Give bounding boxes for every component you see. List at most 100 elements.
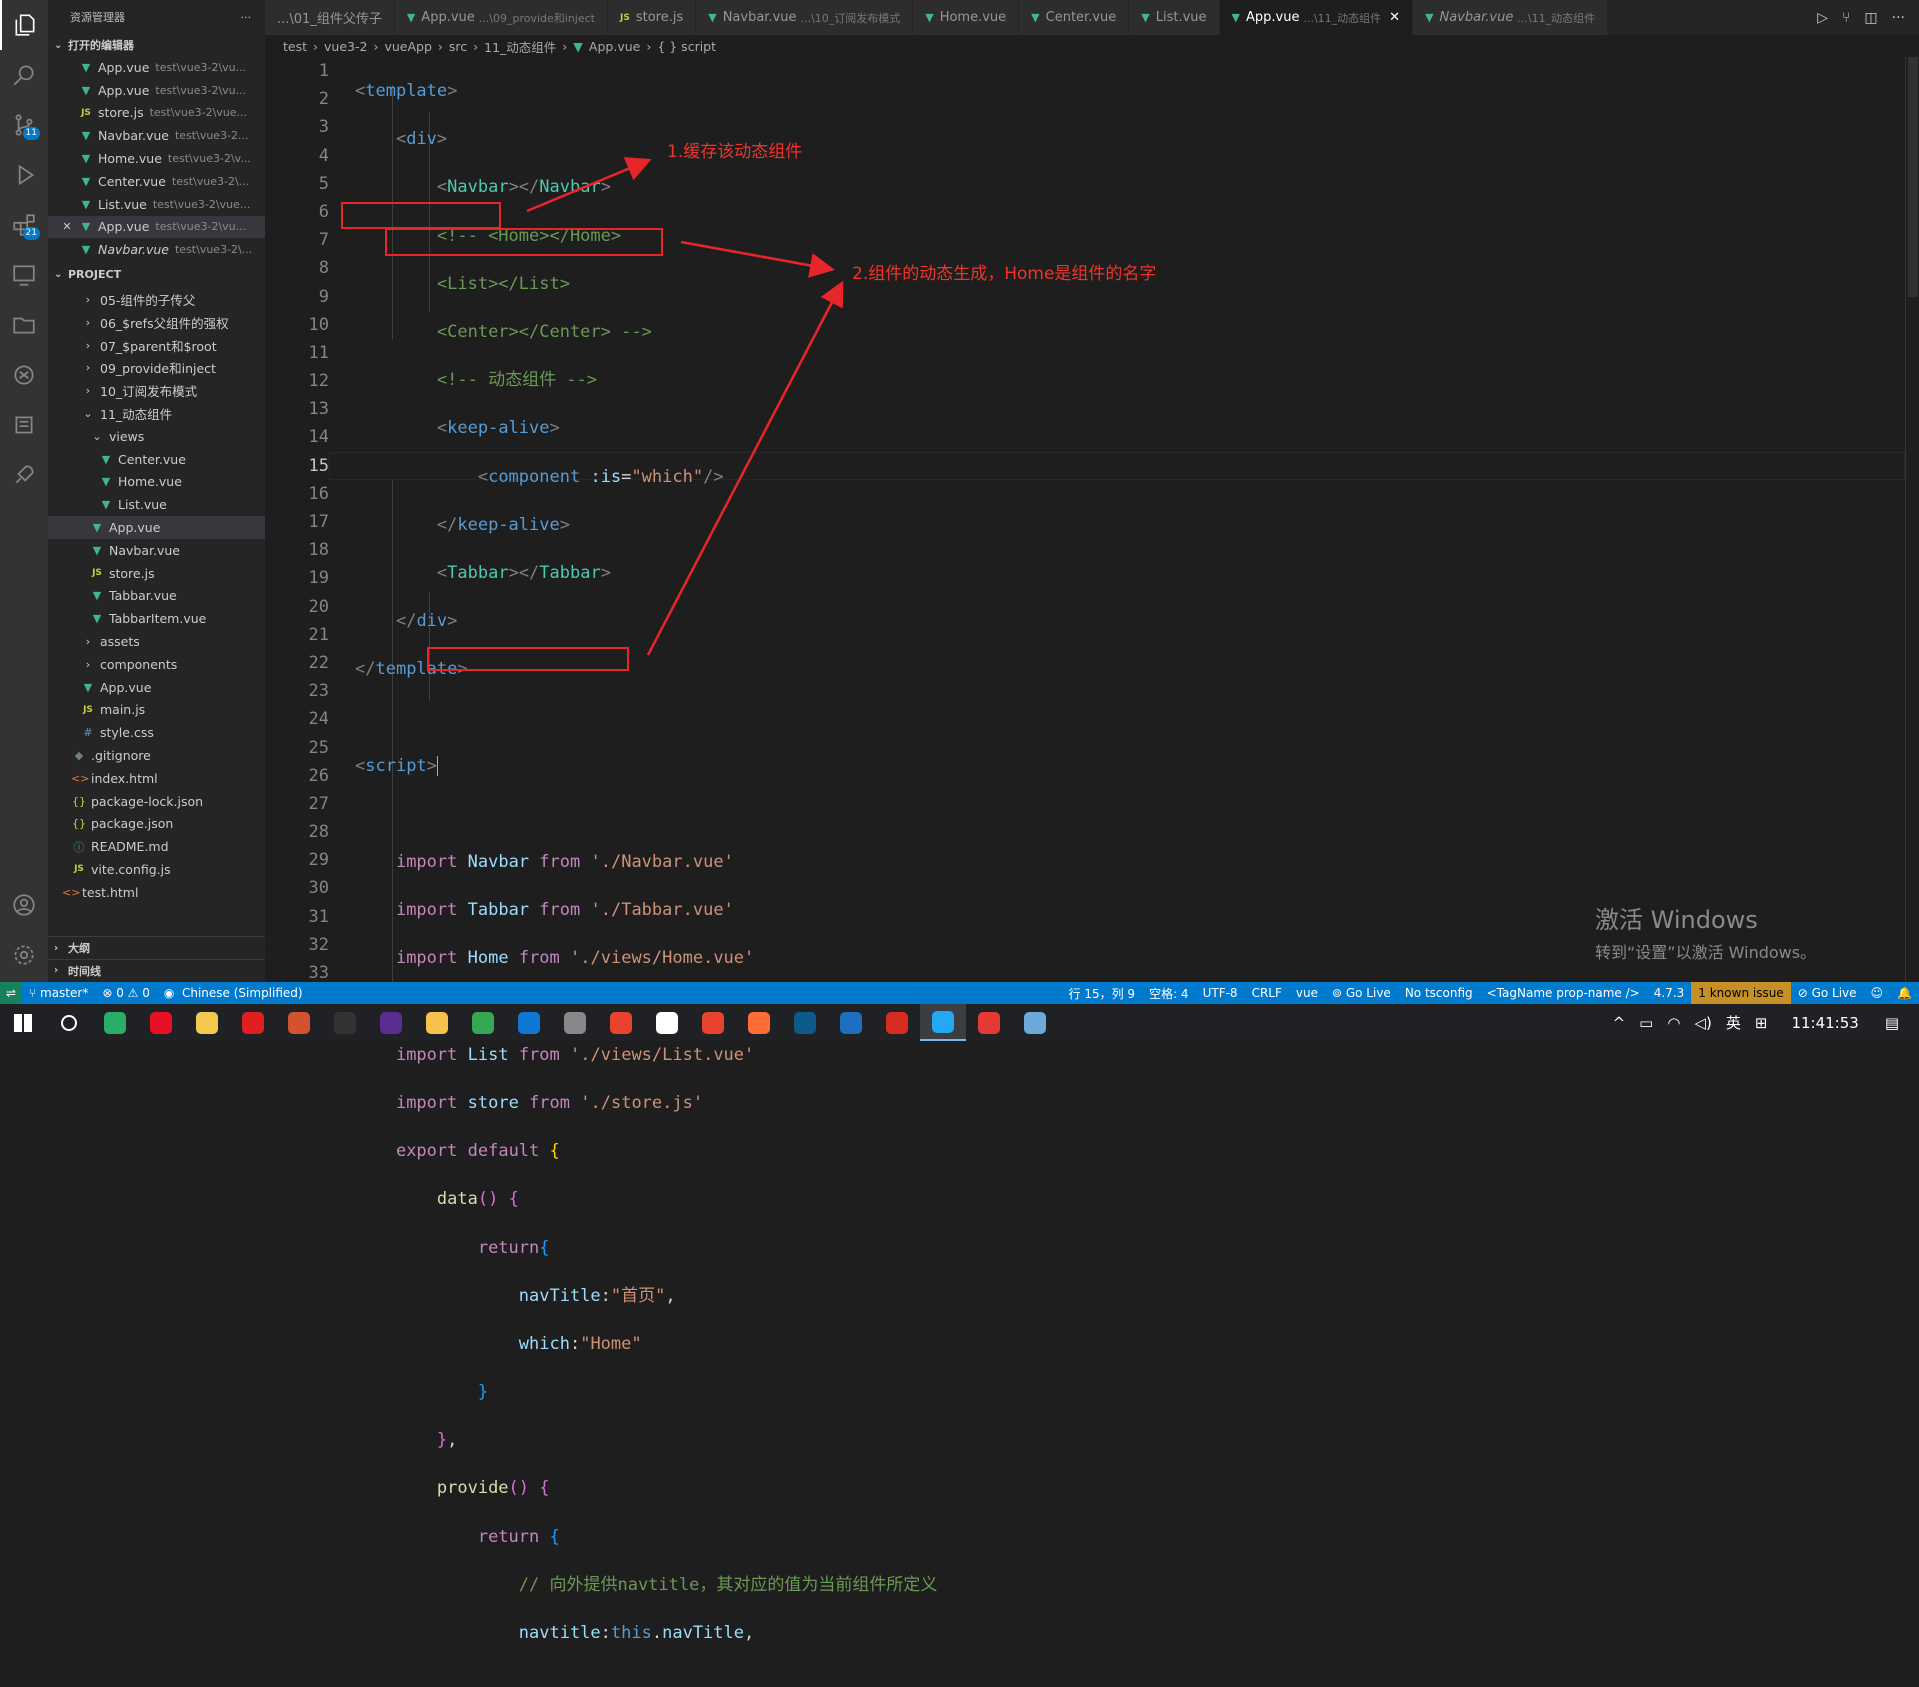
typora-icon[interactable] <box>644 1004 690 1041</box>
chrome-icon[interactable] <box>460 1004 506 1041</box>
go-live-button-2[interactable]: ⊘ Go Live <box>1791 982 1864 1004</box>
open-editor-item[interactable]: ▼ Home.vue test\vue3-2\v... <box>48 147 265 170</box>
file-item[interactable]: ▼ Home.vue <box>48 471 265 494</box>
close-icon[interactable]: ✕ <box>60 220 74 233</box>
open-editor-item[interactable]: ▼ App.vue test\vue3-2\vu... <box>48 56 265 79</box>
powerpoint-icon[interactable] <box>276 1004 322 1041</box>
wps-icon[interactable] <box>598 1004 644 1041</box>
battery-icon[interactable]: ▭ <box>1639 1014 1653 1032</box>
settings-gear-icon[interactable] <box>0 930 48 980</box>
scrollbar-thumb[interactable] <box>1908 57 1918 297</box>
editor-tab[interactable]: JS store.js <box>607 0 697 35</box>
remote-explorer-icon[interactable] <box>0 250 48 300</box>
wifi-icon[interactable]: ◠ <box>1667 1014 1680 1032</box>
search-icon[interactable] <box>46 1004 92 1041</box>
lang-pack-item[interactable]: ◉ Chinese (Simplified) <box>157 982 310 1004</box>
compare-icon[interactable]: ⑂ <box>1842 10 1850 26</box>
file-item[interactable]: <> index.html <box>48 767 265 790</box>
account-icon[interactable] <box>0 880 48 930</box>
ime-indicator[interactable]: 英 <box>1726 1012 1741 1033</box>
wechat-icon[interactable] <box>92 1004 138 1041</box>
file-item[interactable]: JS store.js <box>48 562 265 585</box>
other-icon[interactable] <box>1012 1004 1058 1041</box>
open-editor-item[interactable]: ▼ Navbar.vue test\vue3-2\... <box>48 238 265 261</box>
feedback-icon[interactable]: ☺ <box>1864 982 1891 1004</box>
file-item[interactable]: ▼ Center.vue <box>48 448 265 471</box>
encoding[interactable]: UTF-8 <box>1196 982 1245 1004</box>
opera-icon[interactable] <box>138 1004 184 1041</box>
file-item[interactable]: ▼ App.vue <box>48 676 265 699</box>
editor-tab[interactable]: ▼ App.vue ...\11_动态组件 ✕ <box>1219 0 1414 35</box>
editor-tab[interactable]: ▼ Center.vue <box>1019 0 1130 35</box>
explorer-icon[interactable] <box>184 1004 230 1041</box>
clock[interactable]: 11:41:53 <box>1791 1014 1858 1032</box>
record-icon[interactable] <box>690 1004 736 1041</box>
run-debug-icon[interactable] <box>0 150 48 200</box>
chevron-up-icon[interactable]: ^ <box>1613 1014 1626 1032</box>
folder-item[interactable]: › 06_$refs父组件的强权 <box>48 311 265 334</box>
folder-item[interactable]: › 10_订阅发布模式 <box>48 379 265 402</box>
open-editor-item[interactable]: ▼ Center.vue test\vue3-2\... <box>48 170 265 193</box>
breadcrumb-item[interactable]: vueApp <box>384 39 431 54</box>
teamviewer-icon[interactable] <box>782 1004 828 1041</box>
cursor-position[interactable]: 行 15，列 9 <box>1062 982 1143 1004</box>
search-icon[interactable] <box>0 50 48 100</box>
paw-icon[interactable] <box>414 1004 460 1041</box>
chatgpt-icon[interactable] <box>0 350 48 400</box>
timeline-section[interactable]: › 时间线 <box>48 959 265 981</box>
problems-item[interactable]: ⊗ 0 ⚠ 0 <box>95 982 157 1004</box>
folder-item[interactable]: › 09_provide和inject <box>48 357 265 380</box>
file-item[interactable]: ▼ TabbarItem.vue <box>48 607 265 630</box>
open-editor-item[interactable]: ▼ App.vue test\vue3-2\vu... <box>48 79 265 102</box>
breadcrumb-item[interactable]: src <box>449 39 467 54</box>
version-item[interactable]: 4.7.3 <box>1647 982 1692 1004</box>
breadcrumb-item[interactable]: vue3-2 <box>324 39 367 54</box>
indentation[interactable]: 空格: 4 <box>1142 982 1196 1004</box>
file-item[interactable]: JS main.js <box>48 699 265 722</box>
tsconfig[interactable]: No tsconfig <box>1398 982 1480 1004</box>
split-editor-icon[interactable]: ◫ <box>1864 10 1877 26</box>
eol[interactable]: CRLF <box>1245 982 1289 1004</box>
folder-item[interactable]: ⌄ 11_动态组件 <box>48 402 265 425</box>
file-item[interactable]: ▼ App.vue <box>48 516 265 539</box>
folder-item[interactable]: › assets <box>48 630 265 653</box>
notifications-bell-icon[interactable]: 🔔 <box>1890 982 1919 1004</box>
file-item[interactable]: {} package.json <box>48 813 265 836</box>
file-item[interactable]: ▼ Tabbar.vue <box>48 585 265 608</box>
close-icon[interactable]: ✕ <box>1389 10 1400 25</box>
more-actions-icon[interactable]: ··· <box>241 11 252 24</box>
open-editor-item[interactable]: JS store.js test\vue3-2\vue... <box>48 102 265 125</box>
jetbrains-icon[interactable] <box>966 1004 1012 1041</box>
go-live-button[interactable]: ⊚ Go Live <box>1325 982 1398 1004</box>
file-item[interactable]: {} package-lock.json <box>48 790 265 813</box>
windows-start-icon[interactable] <box>0 1004 46 1041</box>
breadcrumb-item[interactable]: App.vue <box>589 39 640 54</box>
folder-item[interactable]: › 07_$parent和$root <box>48 334 265 357</box>
vs-icon[interactable] <box>368 1004 414 1041</box>
volume-icon[interactable]: ◁) <box>1694 1014 1711 1032</box>
breadcrumb-item[interactable]: test <box>283 39 307 54</box>
explorer-icon[interactable] <box>0 0 48 50</box>
youdao-icon[interactable] <box>230 1004 276 1041</box>
run-icon[interactable]: ▷ <box>1817 10 1828 26</box>
open-editor-item[interactable]: ▼ List.vue test\vue3-2\vue... <box>48 193 265 216</box>
todo-icon[interactable] <box>0 400 48 450</box>
folder-item[interactable]: › 05-组件的子传父 <box>48 288 265 311</box>
editor-tab[interactable]: ▼ List.vue <box>1129 0 1220 35</box>
vertical-scrollbar[interactable] <box>1905 57 1919 982</box>
source-control-icon[interactable]: 11 <box>0 100 48 150</box>
file-item[interactable]: JS vite.config.js <box>48 858 265 881</box>
project-section[interactable]: ⌄ PROJECT <box>48 263 265 285</box>
postman-icon[interactable] <box>736 1004 782 1041</box>
action-center-icon[interactable]: ▤ <box>1885 1014 1899 1032</box>
editor-tab[interactable]: ▼ Navbar.vue ...\10_订阅发布模式 <box>696 0 914 35</box>
terminal-icon[interactable] <box>322 1004 368 1041</box>
rocket-icon[interactable] <box>0 450 48 500</box>
ime-mode-icon[interactable]: ⊞ <box>1755 1014 1768 1032</box>
folder-item[interactable]: ⌄ views <box>48 425 265 448</box>
editor-tab[interactable]: ▼ App.vue ...\09_provide和inject <box>394 0 608 35</box>
file-item[interactable]: <> test.html <box>48 881 265 904</box>
open-editor-item[interactable]: ▼ Navbar.vue test\vue3-2... <box>48 124 265 147</box>
unity-icon[interactable] <box>552 1004 598 1041</box>
extensions-icon[interactable]: 21 <box>0 200 48 250</box>
